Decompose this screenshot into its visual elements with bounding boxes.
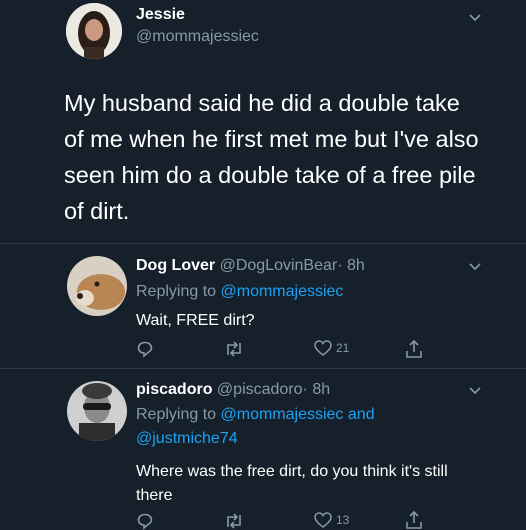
like-button[interactable]: 13 <box>314 512 349 528</box>
replying-to-label: Replying to <box>136 406 217 423</box>
like-button[interactable]: 21 <box>314 340 349 356</box>
avatar-dog-lover-image <box>67 256 127 316</box>
avatar-dog-lover[interactable] <box>67 256 127 316</box>
replying-to-label: Replying to <box>136 283 217 300</box>
like-count: 21 <box>336 341 350 355</box>
chevron-down-icon[interactable] <box>468 259 482 273</box>
reply-button[interactable] <box>136 340 154 358</box>
share-button[interactable] <box>405 510 423 530</box>
reply-handle[interactable]: @DogLovinBear <box>220 257 338 274</box>
reply-icon <box>137 341 153 358</box>
avatar-piscadoro-image <box>67 381 127 441</box>
reply-time[interactable]: · 8h <box>337 257 365 274</box>
reply-handle[interactable]: @piscadoro <box>217 381 303 398</box>
share-icon <box>406 339 422 358</box>
divider <box>0 243 526 244</box>
avatar-piscadoro[interactable] <box>67 381 127 441</box>
reply-button[interactable] <box>136 512 154 530</box>
replying-to-user-link[interactable]: @mommajessiec <box>221 406 344 423</box>
main-tweet-text: My husband said he did a double take of … <box>64 90 479 224</box>
reply-name[interactable]: Dog Lover <box>136 257 215 274</box>
reply-text: Where was the free dirt, do you think it… <box>136 463 448 504</box>
reply-time[interactable]: · 8h <box>303 381 331 398</box>
reply-name[interactable]: piscadoro <box>136 381 212 398</box>
chevron-down-icon[interactable] <box>468 383 482 397</box>
chevron-down-icon[interactable] <box>468 10 482 24</box>
replying-to-user-link[interactable]: @mommajessiec <box>221 283 344 300</box>
replying-to-user-link[interactable]: @justmiche74 <box>136 430 238 448</box>
replying-to-and: and <box>347 406 375 423</box>
avatar-jessie[interactable] <box>66 3 122 59</box>
divider <box>0 368 526 369</box>
reply-text: Wait, FREE dirt? <box>136 312 255 329</box>
retweet-button[interactable] <box>224 512 244 530</box>
retweet-icon <box>227 341 241 357</box>
like-count: 13 <box>336 513 350 527</box>
main-tweet-name[interactable]: Jessie <box>136 6 185 24</box>
share-button[interactable] <box>405 339 423 359</box>
retweet-icon <box>227 513 241 529</box>
share-icon <box>406 510 422 529</box>
avatar-jessie-image <box>66 3 122 59</box>
like-icon <box>314 340 332 356</box>
like-icon <box>314 512 332 528</box>
main-tweet-handle[interactable]: @mommajessiec <box>136 28 259 46</box>
reply-icon <box>137 513 153 530</box>
retweet-button[interactable] <box>224 340 244 358</box>
